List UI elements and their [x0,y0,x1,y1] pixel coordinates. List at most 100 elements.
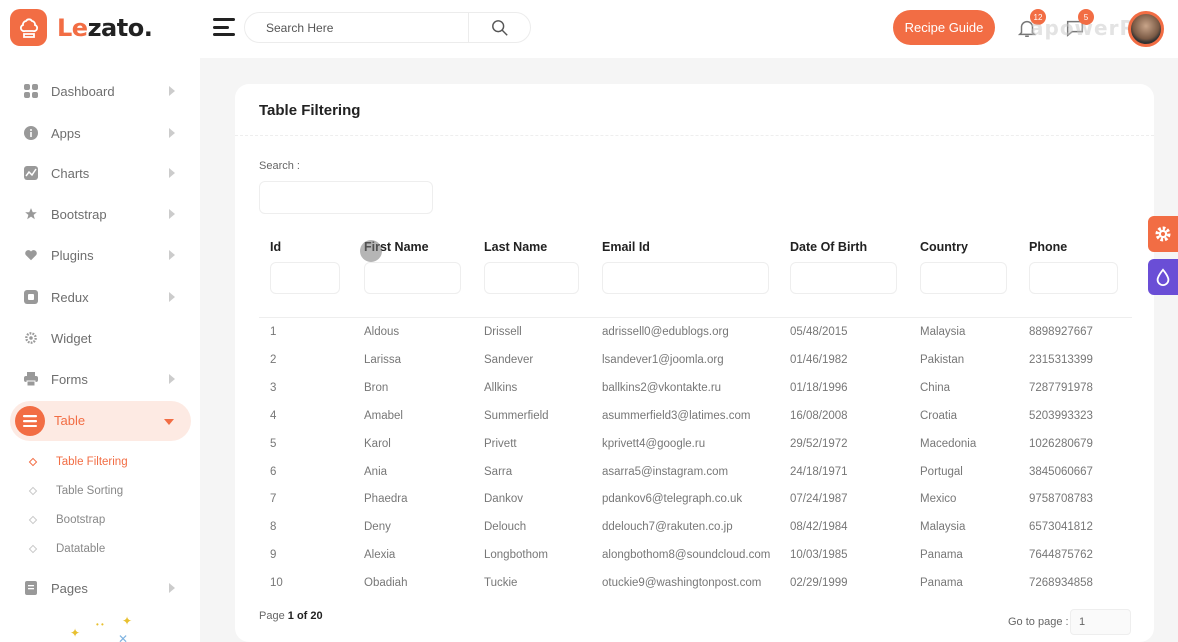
avatar[interactable] [1128,11,1164,47]
table-row[interactable]: 8 Deny Delouch ddelouch7@rakuten.co.jp 08/42… [235,516,1154,540]
table-row[interactable]: 1 Aldous Drissell adrissell0@edublogs.org 05… [235,321,1154,345]
page-info: Page 1 of 20 [259,610,323,622]
table-row[interactable]: 7 Phaedra Dankov pdankov6@telegraph.co.uk 07… [235,488,1154,512]
cell-id: 8 [270,521,277,534]
cell-country: Macedonia [920,437,977,450]
filter-dob-input[interactable] [790,262,897,294]
sidebar-item-label: Dashboard [51,83,115,99]
info-icon [23,126,38,141]
table-row[interactable]: 2 Larissa Sandever lsandever1@joomla.org 01/… [235,349,1154,373]
cell-last-name: Summerfield [484,409,549,422]
cell-id: 3 [270,381,277,394]
column-header-last-name[interactable]: Last Name [484,240,547,254]
column-header-email[interactable]: Email Id [602,240,650,254]
cell-first-name: Karol [364,437,391,450]
cell-last-name: Sandever [484,353,534,366]
sidebar-item-forms[interactable]: Forms [0,360,200,398]
cell-country: Croatia [920,409,958,422]
settings-button[interactable] [1148,216,1178,252]
recipe-guide-button[interactable]: Recipe Guide [893,10,995,45]
cell-last-name: Delouch [484,521,527,534]
table-row[interactable]: 3 Bron Allkins ballkins2@vkontakte.ru 01/18/… [235,377,1154,401]
search-button[interactable] [468,13,530,42]
cell-phone: 5203993323 [1029,409,1093,422]
card-title: Table Filtering [259,102,361,119]
filter-country-input[interactable] [920,262,1007,294]
cell-country: Malaysia [920,521,966,534]
brand-logo[interactable]: Lezato. [10,9,153,46]
sidebar-item-dashboard[interactable]: Dashboard [0,72,200,110]
sparkle-icon: ✕ [118,632,129,642]
filter-id-input[interactable] [270,262,340,294]
diamond-bullet-icon [28,457,38,467]
cell-dob: 02/29/1999 [790,577,848,590]
header-divider [259,317,1132,318]
cell-phone: 1026280679 [1029,437,1093,450]
chevron-right-icon [169,292,175,302]
theme-button[interactable] [1148,259,1178,295]
printer-icon [23,372,38,387]
filter-first-name-input[interactable] [364,262,461,294]
diamond-bullet-icon [28,515,38,525]
sidebar-item-label: Plugins [51,247,94,263]
column-header-id[interactable]: Id [270,240,281,254]
menu-toggle-icon[interactable] [213,18,235,36]
document-icon [23,581,38,596]
column-header-phone[interactable]: Phone [1029,240,1067,254]
sidebar-item-widget[interactable]: Widget [0,319,200,357]
filter-email-input[interactable] [602,262,769,294]
cell-dob: 16/08/2008 [790,409,848,422]
chevron-right-icon [169,583,175,593]
sidebar-item-apps[interactable]: Apps [0,114,200,152]
table-row[interactable]: 9 Alexia Longbothom alongbothom8@soundcloud… [235,544,1154,568]
table-row[interactable]: 5 Karol Privett kprivett4@google.ru 29/52/19… [235,433,1154,457]
cell-email: alongbothom8@soundcloud.com [602,549,771,562]
global-search-input[interactable] [259,181,433,214]
table-row[interactable]: 6 Ania Sarra asarra5@instagram.com 24/18/197… [235,461,1154,485]
submenu-table-sorting[interactable]: Table Sorting [28,482,123,500]
sparkle-icon: ✦ [122,614,133,628]
table-row[interactable]: 10 Obadiah Tuckie otuckie9@washingtonpost.c… [235,572,1154,596]
cell-last-name: Tuckie [484,577,518,590]
cell-first-name: Alexia [364,549,396,562]
submenu-bootstrap[interactable]: Bootstrap [28,511,105,529]
cell-dob: 05/48/2015 [790,326,848,338]
diamond-bullet-icon [28,544,38,554]
sparkle-icon: ✦ [70,626,81,640]
table-card: Table Filtering Search : Id First Name L… [235,84,1154,642]
sidebar-item-table[interactable]: Table [10,401,191,441]
cell-email: asummerfield3@latimes.com [602,409,751,422]
grid-icon [23,84,38,99]
cell-last-name: Privett [484,437,517,450]
cell-dob: 01/46/1982 [790,353,848,366]
search-icon [491,19,508,36]
submenu-datatable[interactable]: Datatable [28,540,105,558]
goto-page-input[interactable] [1070,609,1131,635]
list-icon [15,406,45,436]
sidebar-item-plugins[interactable]: Plugins [0,236,200,274]
column-header-dob[interactable]: Date Of Birth [790,240,867,254]
sidebar-item-redux[interactable]: Redux [0,278,200,316]
sidebar-item-bootstrap[interactable]: Bootstrap [0,195,200,233]
sidebar-item-pages[interactable]: Pages [0,569,200,607]
search-label: Search : [259,160,300,172]
table-row[interactable]: 4 Amabel Summerfield asummerfield3@latimes.… [235,405,1154,429]
column-header-country[interactable]: Country [920,240,968,254]
cell-dob: 08/42/1984 [790,521,848,534]
cell-id: 10 [270,577,283,590]
filter-phone-input[interactable] [1029,262,1118,294]
sidebar-item-charts[interactable]: Charts [0,154,200,192]
search-input[interactable] [245,13,468,42]
sidebar-item-label: Forms [51,371,88,387]
cell-country: China [920,381,951,394]
cell-first-name: Obadiah [364,577,408,590]
gear-icon [1155,226,1171,242]
cell-phone: 6573041812 [1029,521,1093,534]
cell-dob: 07/24/1987 [790,493,848,506]
submenu-table-filtering[interactable]: Table Filtering [28,453,128,471]
sidebar: Dashboard Apps Charts Bootstrap Plugins … [0,58,200,642]
filter-last-name-input[interactable] [484,262,579,294]
cell-dob: 24/18/1971 [790,465,848,478]
brand-name: Lezato. [57,13,153,42]
sidebar-item-label: Table [54,413,86,428]
